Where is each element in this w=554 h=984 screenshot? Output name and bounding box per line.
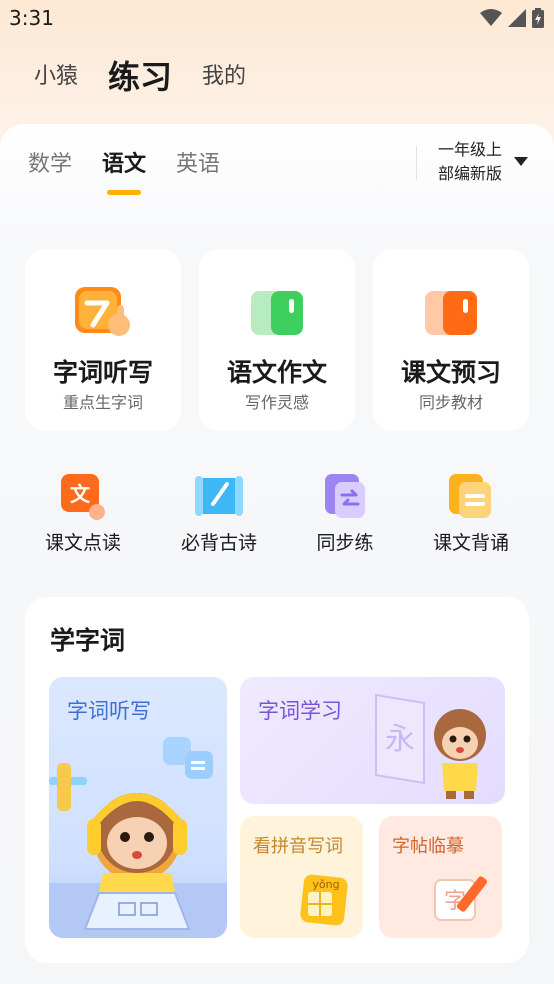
quick-item-label: 同步练 (316, 532, 374, 554)
tab-active-indicator (107, 190, 142, 195)
status-icons (480, 8, 544, 28)
tile-pinyin-write[interactable]: 看拼音写词 yǒng (240, 816, 363, 938)
tile-label: 字帖临摹 (392, 836, 464, 857)
quick-item-label: 课文背诵 (432, 532, 509, 554)
feature-card-subtitle: 写作灵感 (244, 393, 309, 412)
sync-practice-icon (321, 472, 369, 520)
tile-label: 看拼音写词 (253, 836, 343, 857)
pinyin-badge: yǒng (312, 878, 339, 891)
feature-card-title: 课文预习 (400, 358, 501, 387)
tabs-divider (416, 146, 417, 180)
feature-card-title: 字词听写 (52, 358, 153, 387)
signal-icon (508, 9, 526, 27)
battery-icon (532, 8, 544, 28)
recite-icon (447, 472, 495, 520)
tile-word-study[interactable]: 字词学习 永 (240, 677, 505, 804)
tab-english[interactable]: 英语 (176, 146, 220, 178)
status-time: 3:31 (9, 6, 54, 30)
status-bar: 3:31 (0, 0, 554, 38)
tab-chinese-label: 语文 (102, 152, 147, 177)
tab-chinese[interactable]: 语文 (102, 146, 147, 195)
pencil-paper-icon: 字 (434, 876, 488, 921)
subject-tabs: 数学 语文 英语 (28, 146, 220, 195)
feature-card-dictation[interactable]: 字词听写 重点生字词 (25, 249, 181, 431)
top-nav: 小猿 练习 我的 (34, 52, 246, 102)
quick-item-ancient-poems[interactable]: 必背古诗 (159, 472, 279, 555)
quick-item-label: 课文点读 (44, 532, 121, 554)
main-panel: 数学 语文 英语 一年级上 部编新版 字词听写 重点生字词 语文作文 写作灵感 … (0, 124, 554, 984)
feature-card-preview[interactable]: 课文预习 同步教材 (373, 249, 529, 431)
board-character: 永 (385, 722, 415, 757)
top-nav-mine[interactable]: 我的 (202, 52, 246, 102)
feature-card-title: 语文作文 (226, 358, 327, 387)
quick-item-read-aloud[interactable]: 文 课文点读 (23, 472, 143, 555)
read-aloud-icon-text: 文 (70, 482, 91, 506)
tile-label: 字词听写 (67, 699, 151, 723)
top-nav-practice[interactable]: 练习 (108, 52, 172, 102)
textbook-edition: 部编新版 (438, 164, 503, 183)
feature-card-subtitle: 重点生字词 (62, 393, 143, 412)
feature-card-composition[interactable]: 语文作文 写作灵感 (199, 249, 355, 431)
tile-word-dictation[interactable]: 字词听写 (49, 677, 227, 938)
wifi-icon (480, 9, 502, 26)
learn-words-title: 学字词 (50, 626, 126, 655)
quick-item-sync-practice[interactable]: 同步练 (285, 472, 405, 555)
grade-level: 一年级上 (438, 140, 503, 159)
scroll-brush-icon (195, 472, 243, 520)
learn-words-card: 学字词 字词听写 字词学习 永 看拼音写词 yǒng 字帖临摹 字 (25, 597, 529, 963)
pinyin-card-icon: yǒng (300, 874, 348, 926)
tab-math[interactable]: 数学 (28, 146, 72, 178)
feature-card-subtitle: 同步教材 (418, 393, 483, 412)
quick-item-recite[interactable]: 课文背诵 (411, 472, 531, 555)
book-icon (249, 285, 305, 341)
top-nav-xiaoyuan[interactable]: 小猿 (34, 52, 78, 102)
chevron-down-icon[interactable] (514, 157, 528, 166)
tile-copybook[interactable]: 字帖临摹 字 (379, 816, 502, 938)
read-aloud-icon: 文 (59, 472, 107, 520)
monkey-board-illustration: 永 (375, 693, 486, 799)
textbook-icon (423, 285, 479, 341)
dictation-icon (75, 285, 131, 341)
quick-item-label: 必背古诗 (180, 532, 257, 554)
grade-selector[interactable]: 一年级上 部编新版 (438, 138, 502, 186)
monkey-headphones-illustration (49, 737, 227, 938)
tile-label: 字词学习 (258, 699, 342, 723)
